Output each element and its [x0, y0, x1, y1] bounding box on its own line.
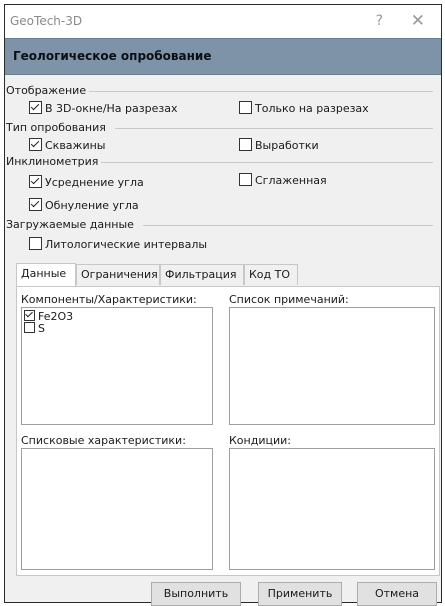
- window-title: GeoTech-3D: [10, 14, 83, 28]
- checkbox-label: Обнуление угла: [45, 199, 139, 212]
- conditions-label: Кондиции:: [229, 434, 291, 447]
- checkbox-checked-icon[interactable]: [29, 175, 42, 188]
- components-label: Компоненты/Характеристики:: [21, 293, 197, 306]
- section-inclinometry: Инклинометрия: [5, 155, 433, 169]
- checkbox-label: Скважины: [45, 139, 106, 152]
- dialog-window: GeoTech-3D ? ✕ Геологическое опробование…: [4, 4, 442, 606]
- checkbox-label: Выработки: [255, 139, 319, 152]
- list-characteristics-label: Списковые характеристики:: [21, 434, 186, 447]
- checkbox-sections-only[interactable]: Только на разрезах: [239, 101, 369, 116]
- section-divider: [99, 162, 433, 163]
- help-icon[interactable]: ?: [376, 13, 383, 29]
- checkbox-label: Только на разрезах: [255, 102, 369, 115]
- list-item[interactable]: S: [24, 322, 45, 335]
- title-bar: GeoTech-3D ? ✕: [5, 5, 441, 38]
- checkbox-label: Сглаженная: [255, 174, 327, 187]
- section-loaded-data: Загружаемые данные: [5, 218, 433, 232]
- section-display-label: Отображение: [6, 84, 90, 97]
- checkbox-checked-icon[interactable]: [29, 101, 42, 114]
- section-divider: [115, 128, 433, 129]
- section-display: Отображение: [5, 84, 433, 98]
- close-icon[interactable]: ✕: [411, 11, 425, 31]
- components-list[interactable]: Fe2O3 S: [21, 307, 213, 425]
- checkbox-lithology-intervals[interactable]: Литологические интервалы: [29, 237, 207, 252]
- section-loaded-data-label: Загружаемые данные: [6, 218, 137, 231]
- tab-panel-data: Компоненты/Характеристики: Fe2O3 S Списо…: [16, 286, 440, 576]
- checkbox-unchecked-icon[interactable]: [24, 322, 35, 333]
- conditions-box[interactable]: [229, 448, 435, 570]
- tab-data[interactable]: Данные: [16, 263, 76, 286]
- checkbox-unchecked-icon[interactable]: [29, 237, 42, 250]
- checkbox-checked-icon[interactable]: [24, 310, 35, 321]
- cancel-button[interactable]: Отмена: [357, 582, 437, 606]
- checkbox-smoothed[interactable]: Сглаженная: [239, 173, 327, 188]
- dialog-title: Геологическое опробование: [13, 49, 212, 63]
- section-inclinometry-label: Инклинометрия: [6, 155, 102, 168]
- checkbox-checked-icon[interactable]: [29, 138, 42, 151]
- dialog-header: Геологическое опробование: [5, 38, 441, 75]
- checkbox-wells[interactable]: Скважины: [29, 138, 105, 153]
- checkbox-unchecked-icon[interactable]: [239, 173, 252, 186]
- checkbox-workings[interactable]: Выработки: [239, 138, 319, 153]
- notes-label: Список примечаний:: [229, 293, 349, 306]
- checkbox-label: В 3D-окне/На разрезах: [45, 102, 178, 115]
- section-divider: [143, 225, 433, 226]
- section-sampling-type: Тип опробования: [5, 121, 433, 135]
- checkbox-label: Усреднение угла: [45, 176, 144, 189]
- checkbox-checked-icon[interactable]: [29, 198, 42, 211]
- tab-code-to[interactable]: Код ТО: [244, 264, 298, 285]
- apply-button[interactable]: Применить: [258, 582, 342, 606]
- checkbox-3d-window[interactable]: В 3D-окне/На разрезах: [29, 101, 177, 116]
- checkbox-unchecked-icon[interactable]: [239, 101, 252, 114]
- tab-restrictions[interactable]: Ограничения: [76, 264, 160, 285]
- checkbox-angle-averaging[interactable]: Усреднение угла: [29, 175, 144, 190]
- checkbox-unchecked-icon[interactable]: [239, 138, 252, 151]
- list-characteristics-box[interactable]: [21, 448, 213, 570]
- checkbox-label: Литологические интервалы: [45, 238, 208, 251]
- checkbox-angle-zeroing[interactable]: Обнуление угла: [29, 198, 139, 213]
- section-sampling-type-label: Тип опробования: [6, 121, 109, 134]
- notes-list[interactable]: [229, 307, 435, 425]
- execute-button[interactable]: Выполнить: [151, 582, 241, 606]
- tab-filtering[interactable]: Фильтрация: [160, 264, 244, 285]
- list-item-label: S: [38, 322, 45, 335]
- section-divider: [85, 91, 433, 92]
